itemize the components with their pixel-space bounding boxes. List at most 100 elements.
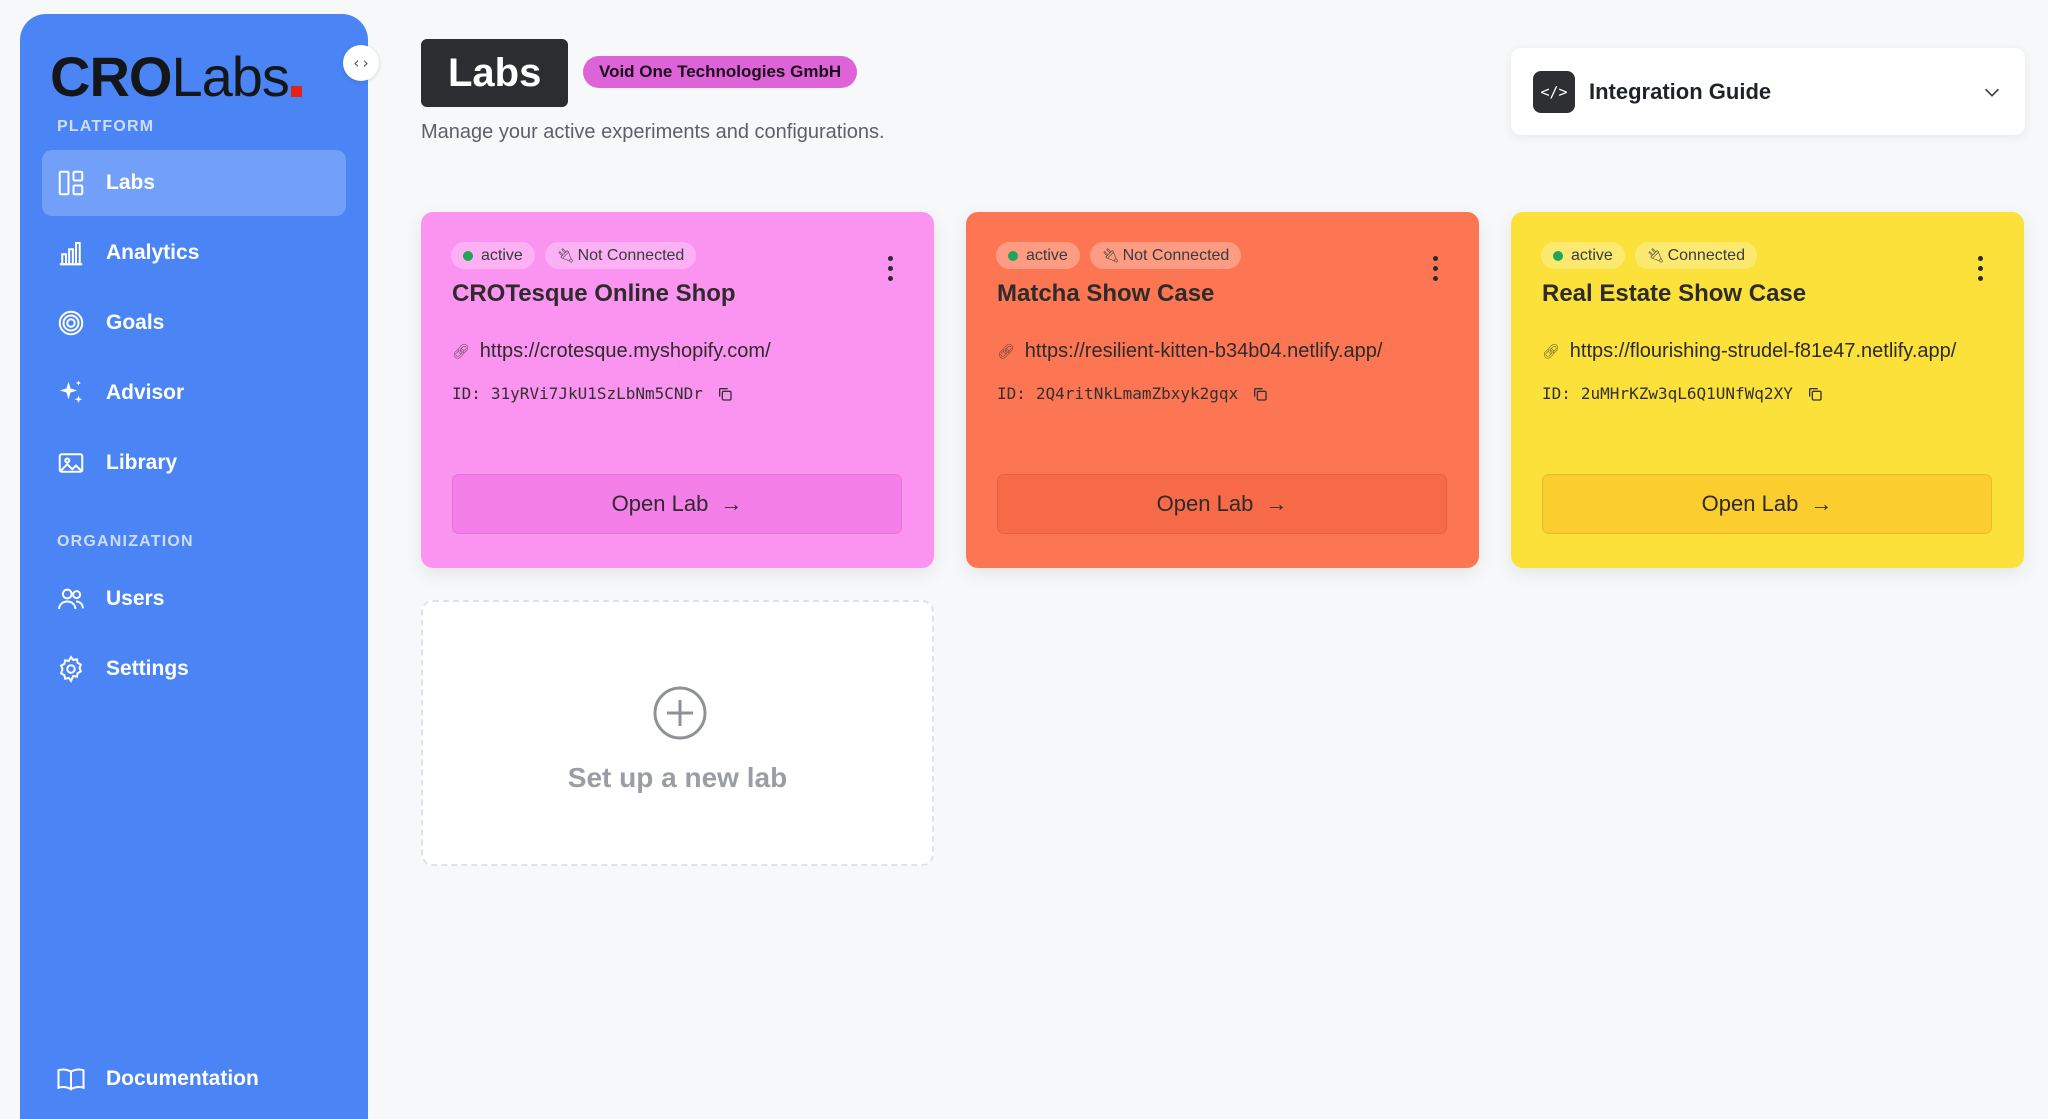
sidebar-item-label: Advisor [106,381,185,404]
page-subtitle: Manage your active experiments and confi… [421,121,885,143]
sidebar-item-label: Goals [106,311,165,334]
link-icon: 🔗︎ [452,343,470,359]
more-options-icon[interactable] [1976,256,1984,281]
plug-icon: 🔌︎ [1101,247,1120,263]
new-lab-label: Set up a new lab [567,762,788,793]
sparkles-icon [59,380,83,403]
lab-url-text: https://crotesque.myshopify.com/ [479,340,771,362]
code-icon: </> [1533,70,1575,113]
sidebar-item-users[interactable]: Users [42,566,346,632]
connection-badge: 🔌︎ Not Connected [1089,242,1242,269]
lab-name: CROTesque Online Shop [452,280,736,307]
open-lab-button[interactable]: Open Lab → [452,474,902,534]
collapse-sidebar-button[interactable]: ‹› [343,45,379,81]
lab-id-value: 2Q4ritNkLmamZbxyk2gqx [1035,384,1239,403]
arrow-right-icon: → [1810,491,1833,516]
sidebar-item-goals[interactable]: Goals [42,290,346,356]
chevron-down-icon [1984,88,2000,97]
brand-name-light: Labs [171,45,289,108]
integration-guide-label: Integration Guide [1589,78,1772,104]
link-icon: 🔗︎ [1542,343,1560,359]
plus-circle-icon [653,686,707,740]
lab-id-label: ID: [997,384,1026,403]
lab-name: Matcha Show Case [997,280,1215,307]
sidebar-item-settings[interactable]: Settings [42,636,346,702]
new-lab-card[interactable]: Set up a new lab [421,600,934,866]
status-badge: active [996,242,1080,269]
lab-id: ID: 2uMHrKZw3qL6Q1UNfWq2XY [1542,384,1823,403]
brand-name-bold: CRO [50,45,172,108]
lab-card[interactable]: active 🔌︎ Not Connected Matcha Show Case … [966,212,1479,568]
sidebar-item-labs[interactable]: Labs [42,150,346,216]
lab-name: Real Estate Show Case [1542,280,1807,307]
status-text: active [1571,246,1613,264]
lab-card[interactable]: active 🔌︎ Connected Real Estate Show Case… [1511,212,2024,568]
book-icon [57,1068,85,1091]
status-text: active [481,246,523,264]
sidebar-item-label: Settings [106,657,189,680]
arrow-right-icon: → [1265,491,1288,516]
lab-url-text: https://flourishing-strudel-f81e47.netli… [1569,340,1957,362]
target-icon [58,310,84,336]
users-icon [58,588,84,610]
plug-icon: 🔌︎ [1646,247,1665,263]
layout-icon [58,170,84,196]
section-label-platform: PLATFORM [57,118,155,135]
gear-icon [59,655,83,683]
lab-url-link[interactable]: 🔗︎ https://crotesque.myshopify.com/ [452,340,771,363]
status-badge: active [1541,242,1625,269]
lab-id: ID: 2Q4ritNkLmamZbxyk2gqx [997,384,1268,403]
lab-card[interactable]: active 🔌︎ Not Connected CROTesque Online … [421,212,934,568]
code-chevrons-icon: ‹› [351,54,371,72]
sidebar-item-label: Labs [106,171,156,194]
link-icon: 🔗︎ [997,343,1015,359]
sidebar-item-label: Library [106,451,178,474]
status-badge: active [451,242,535,269]
lab-id-label: ID: [452,384,481,403]
lab-id-label: ID: [1542,384,1571,403]
arrow-right-icon: → [720,491,743,516]
sidebar-item-advisor[interactable]: Advisor [42,360,346,426]
open-lab-label: Open Lab [611,491,709,516]
lab-url-link[interactable]: 🔗︎ https://flourishing-strudel-f81e47.net… [1542,340,1956,363]
status-dot-icon [1553,250,1563,261]
more-options-icon[interactable] [1431,256,1439,281]
org-badge: Void One Technologies GmbH [583,56,858,88]
status-text: active [1026,246,1068,264]
status-dot-icon [463,250,473,261]
brand-dot [290,86,302,97]
lab-id-value: 31yRVi7JkU1SzLbNm5CNDr [490,384,703,403]
sidebar-item-label: Users [106,587,165,610]
app: CRO Labs ‹› PLATFORM Labs Analytics Goals [0,0,2048,1119]
open-lab-label: Open Lab [1701,491,1799,516]
bar-chart-icon [59,242,83,266]
copy-icon[interactable] [717,386,733,402]
sidebar-item-analytics[interactable]: Analytics [42,220,346,286]
sidebar-item-label: Documentation [106,1067,259,1090]
sidebar-item-label: Analytics [106,241,200,264]
plug-icon: 🔌︎ [556,247,575,263]
image-icon [58,453,84,473]
connection-text: Connected [1667,246,1745,264]
connection-badge: 🔌︎ Connected [1634,242,1757,269]
sidebar-item-documentation[interactable]: Documentation [42,1046,346,1112]
lab-id-value: 2uMHrKZw3qL6Q1UNfWq2XY [1580,384,1793,403]
more-options-icon[interactable] [886,256,894,281]
copy-icon[interactable] [1807,386,1823,402]
copy-icon[interactable] [1252,386,1268,402]
lab-id: ID: 31yRVi7JkU1SzLbNm5CNDr [452,384,733,403]
brand-logo[interactable]: CRO Labs [50,44,302,109]
connection-text: Not Connected [577,246,685,264]
open-lab-button[interactable]: Open Lab → [1542,474,1992,534]
sidebar: CRO Labs ‹› PLATFORM Labs Analytics Goals [20,14,379,1119]
page-title: Labs [421,39,569,107]
connection-text: Not Connected [1122,246,1230,264]
lab-url-text: https://resilient-kitten-b34b04.netlify.… [1024,340,1383,362]
sidebar-item-library[interactable]: Library [42,430,346,496]
connection-badge: 🔌︎ Not Connected [544,242,697,269]
integration-guide-dropdown[interactable]: </> Integration Guide [1511,48,2025,135]
open-lab-label: Open Lab [1156,491,1254,516]
open-lab-button[interactable]: Open Lab → [997,474,1447,534]
status-dot-icon [1008,250,1018,261]
lab-url-link[interactable]: 🔗︎ https://resilient-kitten-b34b04.netlif… [997,340,1382,363]
